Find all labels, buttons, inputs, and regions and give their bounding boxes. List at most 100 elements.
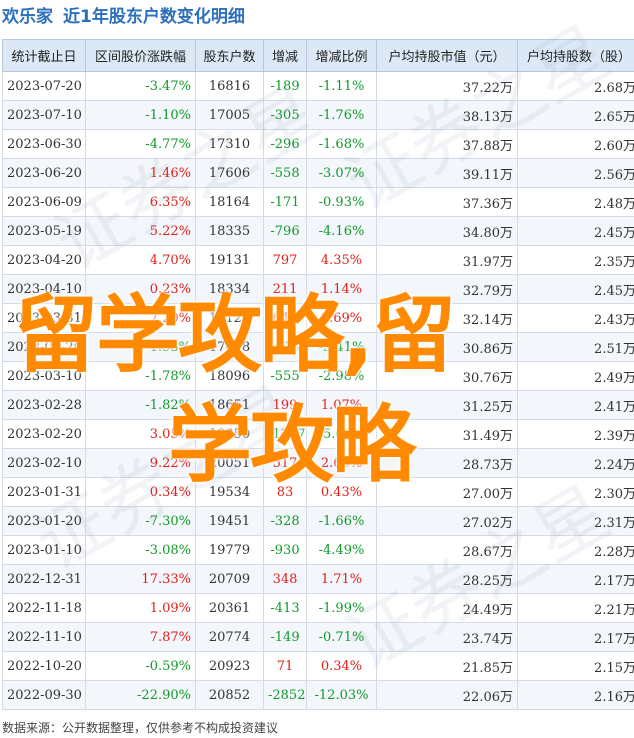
cell-price-change: 1.09% bbox=[85, 593, 196, 623]
table-row[interactable]: 2023-07-10 -1.10% 17005 -305 -1.76% 38.13万 2.6… bbox=[2, 100, 634, 130]
cell-price-change: 4.70% bbox=[85, 245, 196, 275]
cell-avg-value: 39.11万 bbox=[376, 158, 518, 188]
cell-avg-value: 28.67万 bbox=[376, 535, 518, 565]
cell-change: 199 bbox=[263, 390, 307, 420]
cell-change-ratio: -12.03% bbox=[306, 680, 377, 710]
cell-price-change: 1.46% bbox=[85, 158, 196, 188]
cell-price-change: -1.82% bbox=[85, 390, 196, 420]
cell-avg-shares: 2.51万 bbox=[517, 332, 634, 362]
table-row[interactable]: 2022-10-20 -0.59% 20923 71 0.34% 21.85万 2.15万 bbox=[2, 651, 634, 681]
cell-change-ratio: 1.71% bbox=[306, 564, 377, 594]
table-row[interactable]: 2023-06-09 6.35% 18164 -171 -0.93% 37.36万 2.48… bbox=[2, 187, 634, 217]
cell-price-change: -3.47% bbox=[85, 71, 196, 101]
cell-holders: 19779 bbox=[195, 535, 264, 565]
cell-change-ratio: 4.35% bbox=[306, 245, 377, 275]
table-row[interactable]: 2023-02-28 -1.82% 18651 199 1.07% 31.25万 2.41万 bbox=[2, 390, 634, 420]
cell-date: 2023-05-19 bbox=[2, 216, 86, 246]
cell-holders: 20361 bbox=[195, 593, 264, 623]
holders-table-container: 统计截止日 区间股价涨跌幅 股东户数 增减 增减比例 户均持股市值（元） 户均持… bbox=[2, 39, 634, 710]
table-row[interactable]: 2023-04-20 4.70% 19131 797 4.35% 31.97万 2.35万 bbox=[2, 245, 634, 275]
cell-avg-value: 30.86万 bbox=[376, 332, 518, 362]
column-header-date[interactable]: 统计截止日 bbox=[2, 39, 86, 72]
cell-avg-shares: 2.45万 bbox=[517, 216, 634, 246]
table-row[interactable]: 2023-01-10 -3.08% 19779 -930 -4.49% 28.67万 2.2… bbox=[2, 535, 634, 565]
cell-change-ratio: -3.41% bbox=[306, 332, 377, 362]
table-row[interactable]: 2023-02-20 3.05% 18850 -1207 -5.69% 31.49万 2.3… bbox=[2, 419, 634, 449]
cell-avg-shares: 2.28万 bbox=[517, 535, 634, 565]
cell-change: -149 bbox=[263, 622, 307, 652]
cell-avg-value: 31.25万 bbox=[376, 390, 518, 420]
table-row[interactable]: 2022-09-30 -22.90% 20852 -2852 -12.03% 22.06万… bbox=[2, 680, 634, 710]
cell-holders: 16816 bbox=[195, 71, 264, 101]
cell-date: 2023-06-09 bbox=[2, 187, 86, 217]
table-row[interactable]: 2023-02-10 9.22% 20051 517 2.65% 28.73万 2.24万 bbox=[2, 448, 634, 478]
cell-change: -558 bbox=[263, 158, 307, 188]
table-row[interactable]: 2023-03-31 7.20% 18123 645 3.69% 32.14万 2.43万 bbox=[2, 303, 634, 333]
cell-avg-value: 28.73万 bbox=[376, 448, 518, 478]
cell-holders: 20051 bbox=[195, 448, 264, 478]
cell-price-change: 17.33% bbox=[85, 564, 196, 594]
column-header-avg-value[interactable]: 户均持股市值（元） bbox=[376, 39, 518, 72]
column-header-price-change[interactable]: 区间股价涨跌幅 bbox=[85, 39, 196, 72]
cell-avg-value: 37.88万 bbox=[376, 129, 518, 159]
cell-avg-shares: 2.31万 bbox=[517, 506, 634, 536]
cell-avg-shares: 2.35万 bbox=[517, 245, 634, 275]
cell-holders: 19131 bbox=[195, 245, 264, 275]
cell-holders: 18850 bbox=[195, 419, 264, 449]
cell-avg-value: 32.79万 bbox=[376, 274, 518, 304]
table-row[interactable]: 2023-03-20 -1.93% 17478 -618 -3.41% 30.86万 2.5… bbox=[2, 332, 634, 362]
cell-holders: 17310 bbox=[195, 129, 264, 159]
cell-price-change: 6.35% bbox=[85, 187, 196, 217]
holders-table: 统计截止日 区间股价涨跌幅 股东户数 增减 增减比例 户均持股市值（元） 户均持… bbox=[2, 39, 634, 710]
table-row[interactable]: 2023-01-20 -7.30% 19451 -328 -1.66% 27.02万 2.3… bbox=[2, 506, 634, 536]
cell-avg-shares: 2.30万 bbox=[517, 477, 634, 507]
cell-change: -413 bbox=[263, 593, 307, 623]
cell-avg-value: 32.14万 bbox=[376, 303, 518, 333]
cell-price-change: 3.05% bbox=[85, 419, 196, 449]
cell-date: 2023-03-20 bbox=[2, 332, 86, 362]
cell-avg-shares: 2.65万 bbox=[517, 100, 634, 130]
cell-date: 2022-10-20 bbox=[2, 651, 86, 681]
column-header-change[interactable]: 增减 bbox=[263, 39, 307, 72]
cell-date: 2023-07-20 bbox=[2, 71, 86, 101]
column-header-change-ratio[interactable]: 增减比例 bbox=[306, 39, 377, 72]
table-row[interactable]: 2023-06-20 1.46% 17606 -558 -3.07% 39.11万 2.56… bbox=[2, 158, 634, 188]
cell-avg-value: 34.80万 bbox=[376, 216, 518, 246]
cell-date: 2023-06-20 bbox=[2, 158, 86, 188]
cell-holders: 18123 bbox=[195, 303, 264, 333]
table-row[interactable]: 2022-11-18 1.09% 20361 -413 -1.99% 24.49万 2.21… bbox=[2, 593, 634, 623]
cell-change-ratio: -1.68% bbox=[306, 129, 377, 159]
table-row[interactable]: 2023-04-10 0.23% 18334 211 1.14% 32.79万 2.45万 bbox=[2, 274, 634, 304]
table-row[interactable]: 2023-03-10 -1.78% 18096 -555 -2.98% 30.76万 2.4… bbox=[2, 361, 634, 391]
table-header-row: 统计截止日 区间股价涨跌幅 股东户数 增减 增减比例 户均持股市值（元） 户均持… bbox=[2, 39, 634, 72]
cell-change: 517 bbox=[263, 448, 307, 478]
cell-price-change: 0.23% bbox=[85, 274, 196, 304]
table-row[interactable]: 2022-11-10 7.87% 20774 -149 -0.71% 23.74万 2.17… bbox=[2, 622, 634, 652]
cell-date: 2023-02-20 bbox=[2, 419, 86, 449]
cell-change: -555 bbox=[263, 361, 307, 391]
cell-avg-shares: 2.17万 bbox=[517, 564, 634, 594]
cell-date: 2022-12-31 bbox=[2, 564, 86, 594]
cell-avg-value: 30.76万 bbox=[376, 361, 518, 391]
cell-avg-shares: 2.60万 bbox=[517, 129, 634, 159]
cell-date: 2023-01-10 bbox=[2, 535, 86, 565]
cell-avg-value: 31.97万 bbox=[376, 245, 518, 275]
column-header-avg-shares[interactable]: 户均持股数（股） bbox=[517, 39, 634, 72]
table-row[interactable]: 2023-06-30 -4.77% 17310 -296 -1.68% 37.88万 2.6… bbox=[2, 129, 634, 159]
cell-price-change: 7.20% bbox=[85, 303, 196, 333]
cell-avg-value: 31.49万 bbox=[376, 419, 518, 449]
table-row[interactable]: 2022-12-31 17.33% 20709 348 1.71% 28.25万 2.17万 bbox=[2, 564, 634, 594]
cell-price-change: -1.78% bbox=[85, 361, 196, 391]
cell-avg-shares: 2.16万 bbox=[517, 680, 634, 710]
cell-change: -618 bbox=[263, 332, 307, 362]
column-header-holders[interactable]: 股东户数 bbox=[195, 39, 264, 72]
cell-date: 2023-02-10 bbox=[2, 448, 86, 478]
table-row[interactable]: 2023-01-31 0.34% 19534 83 0.43% 27.00万 2.30万 bbox=[2, 477, 634, 507]
table-row[interactable]: 2023-07-20 -3.47% 16816 -189 -1.11% 37.22万 2.6… bbox=[2, 71, 634, 101]
cell-avg-shares: 2.24万 bbox=[517, 448, 634, 478]
cell-change-ratio: -1.99% bbox=[306, 593, 377, 623]
cell-change-ratio: -2.98% bbox=[306, 361, 377, 391]
cell-avg-shares: 2.49万 bbox=[517, 361, 634, 391]
cell-change-ratio: 2.65% bbox=[306, 448, 377, 478]
table-row[interactable]: 2023-05-19 5.22% 18335 -796 -4.16% 34.80万 2.45… bbox=[2, 216, 634, 246]
